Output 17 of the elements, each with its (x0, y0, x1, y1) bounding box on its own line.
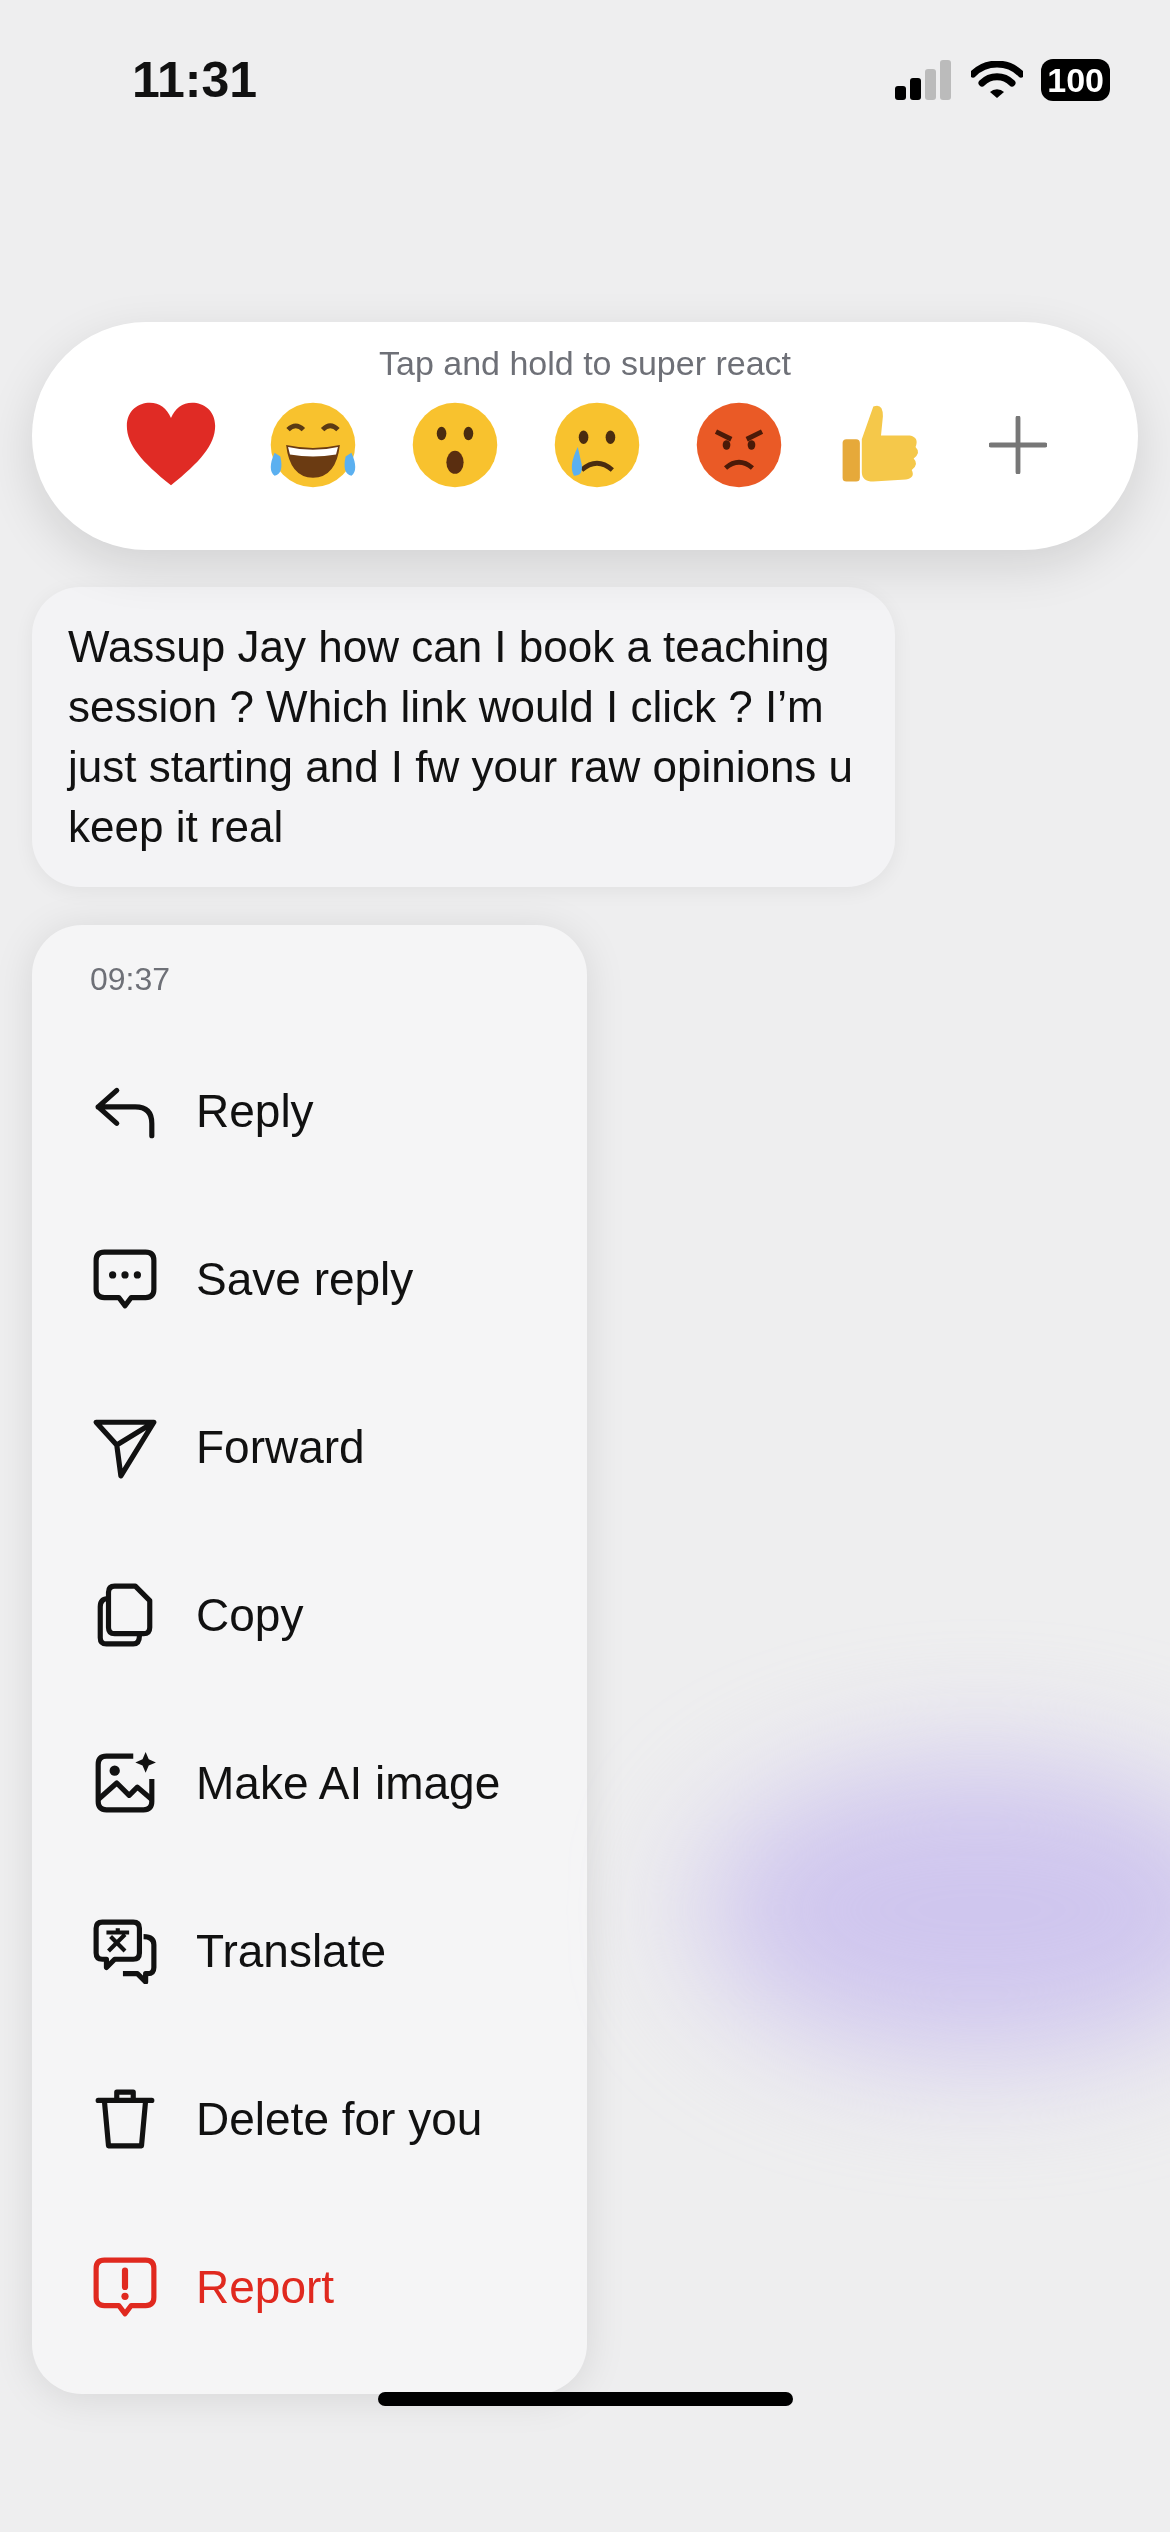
menu-item[interactable]: Save reply (32, 1195, 587, 1363)
menu-item[interactable]: Report (32, 2203, 587, 2371)
translate-icon (92, 1918, 158, 1984)
menu-item[interactable]: Forward (32, 1363, 587, 1531)
status-time: 11:31 (132, 51, 258, 109)
menu-item[interactable]: Make AI image (32, 1699, 587, 1867)
menu-item[interactable]: Delete for you (32, 2035, 587, 2203)
message-time: 09:37 (90, 961, 172, 999)
menu-item[interactable]: Reply (32, 1027, 587, 1195)
menu-item[interactable]: Copy (32, 1531, 587, 1699)
add-reaction-icon[interactable] (989, 416, 1047, 474)
wifi-icon (971, 61, 1024, 99)
signal-icon (895, 60, 954, 100)
reaction-hint: Tap and hold to super react (378, 344, 792, 383)
battery-indicator: 100 (1041, 59, 1110, 101)
message-bubble: Wassup Jay how can I book a teaching session ? Which link would I click ? I’m just starting and I fw your raw opinions u keep it real (32, 587, 895, 887)
menu-item[interactable]: Translate (32, 1867, 587, 2035)
